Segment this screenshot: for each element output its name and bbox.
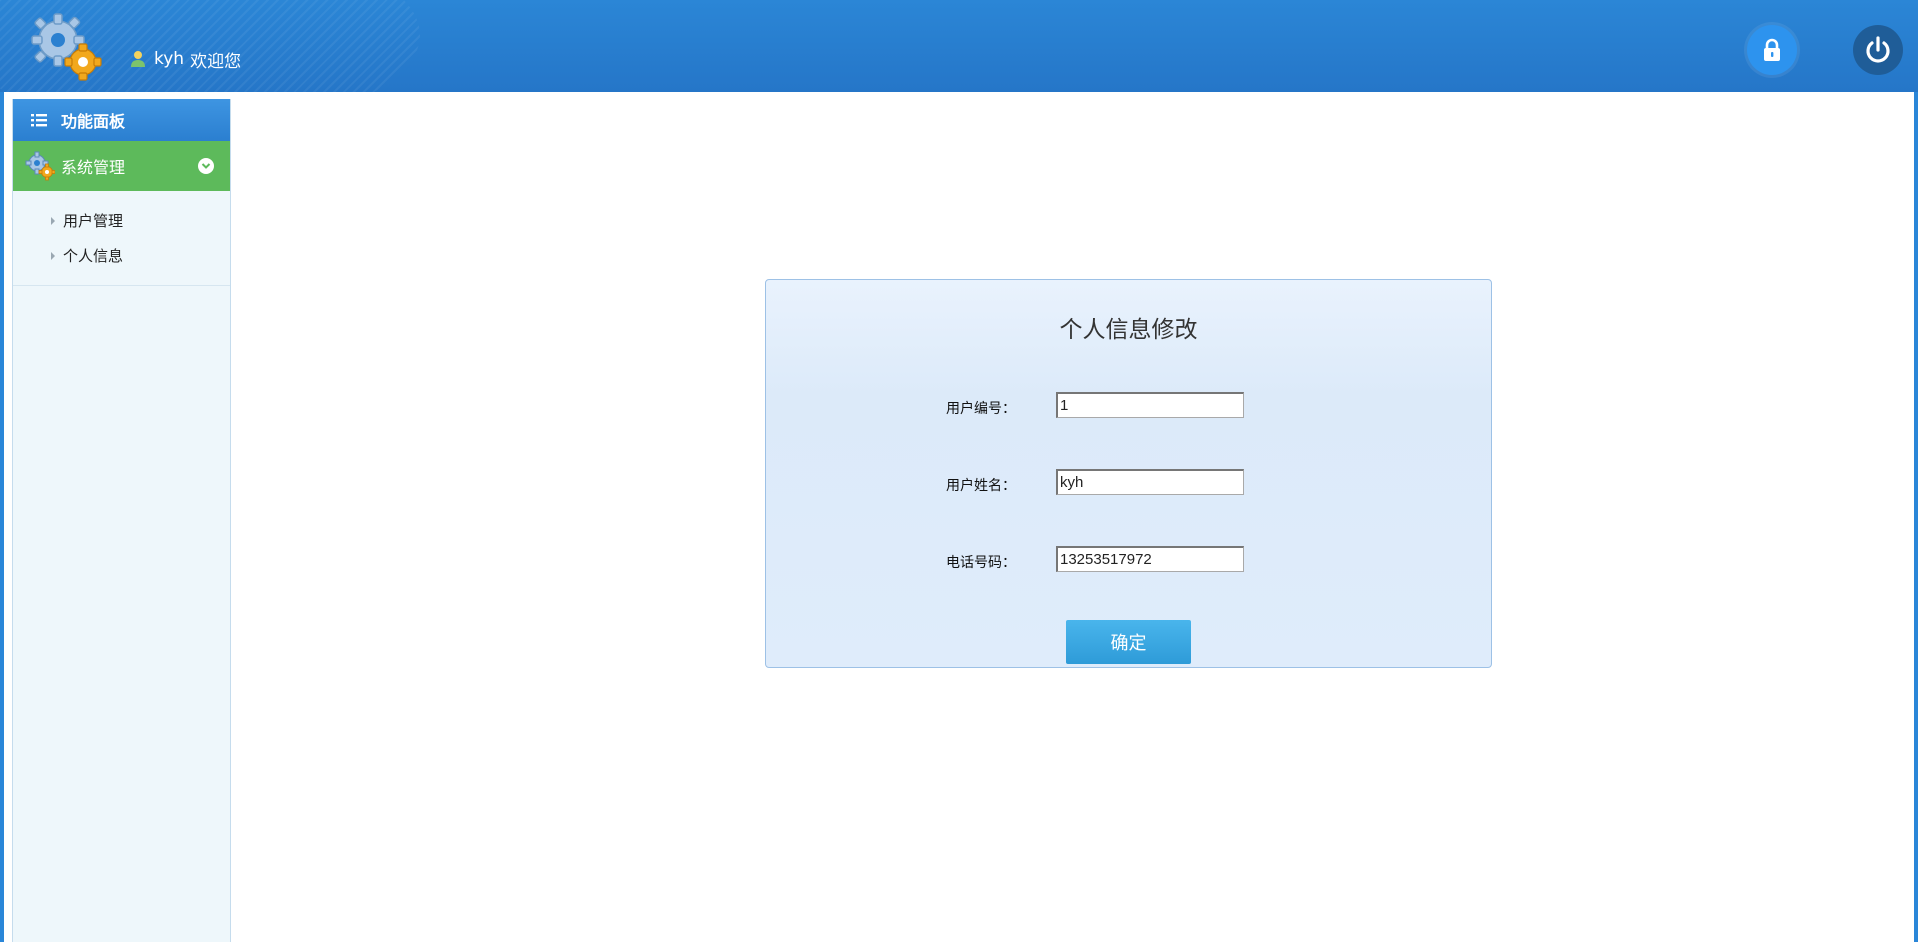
phone-input[interactable]: [1056, 546, 1244, 572]
main-frame: 功能面板 系统管理 用户管理 个人信息 个人信息修改 用户编号： 1 用户姓名：…: [4, 92, 1914, 942]
user-name-input[interactable]: [1056, 469, 1244, 495]
list-icon: [31, 114, 47, 127]
sidebar-group-label: 系统管理: [61, 158, 126, 177]
power-icon: [1866, 36, 1890, 63]
welcome-message: kyh 欢迎您: [130, 46, 241, 72]
phone-label: 电话号码：: [946, 555, 1016, 571]
top-header: kyh 欢迎您: [0, 0, 1918, 92]
user-name-label: 用户姓名：: [946, 478, 1016, 494]
sidebar-submenu: 用户管理 个人信息: [13, 191, 230, 286]
sidebar-item-label: 用户管理: [63, 212, 124, 230]
lock-icon: [1764, 38, 1780, 61]
triangle-right-icon: [51, 216, 55, 225]
form-row-user-id: 用户编号：: [766, 392, 1491, 420]
sidebar-title: 功能面板: [61, 112, 126, 131]
gear-icon: [25, 151, 55, 181]
sidebar-group-system-management[interactable]: 系统管理: [13, 141, 230, 191]
user-id-input[interactable]: [1056, 392, 1244, 418]
sidebar-header: 功能面板: [13, 99, 230, 141]
username: kyh: [154, 49, 185, 69]
form-row-user-name: 用户姓名：: [766, 469, 1491, 497]
triangle-right-icon: [51, 251, 55, 260]
logout-button[interactable]: [1853, 25, 1903, 75]
confirm-button[interactable]: 确定: [1066, 620, 1191, 664]
user-icon: [131, 51, 145, 67]
welcome-text: 欢迎您: [190, 51, 242, 72]
personal-info-form-panel: 个人信息修改 用户编号： 用户姓名： 电话号码： 确定: [765, 279, 1492, 668]
chevron-down-icon: [198, 158, 214, 174]
gear-logo-icon: [31, 13, 102, 81]
form-title: 个人信息修改: [1059, 317, 1198, 343]
sidebar-item-personal-info[interactable]: 个人信息: [13, 238, 230, 273]
sidebar: 功能面板 系统管理 用户管理 个人信息: [12, 99, 231, 942]
lock-button[interactable]: [1747, 25, 1797, 75]
sidebar-item-user-management[interactable]: 用户管理: [13, 203, 230, 238]
form-row-phone: 电话号码：: [766, 546, 1491, 574]
user-id-label: 用户编号：: [946, 401, 1016, 417]
sidebar-item-label: 个人信息: [63, 247, 124, 265]
